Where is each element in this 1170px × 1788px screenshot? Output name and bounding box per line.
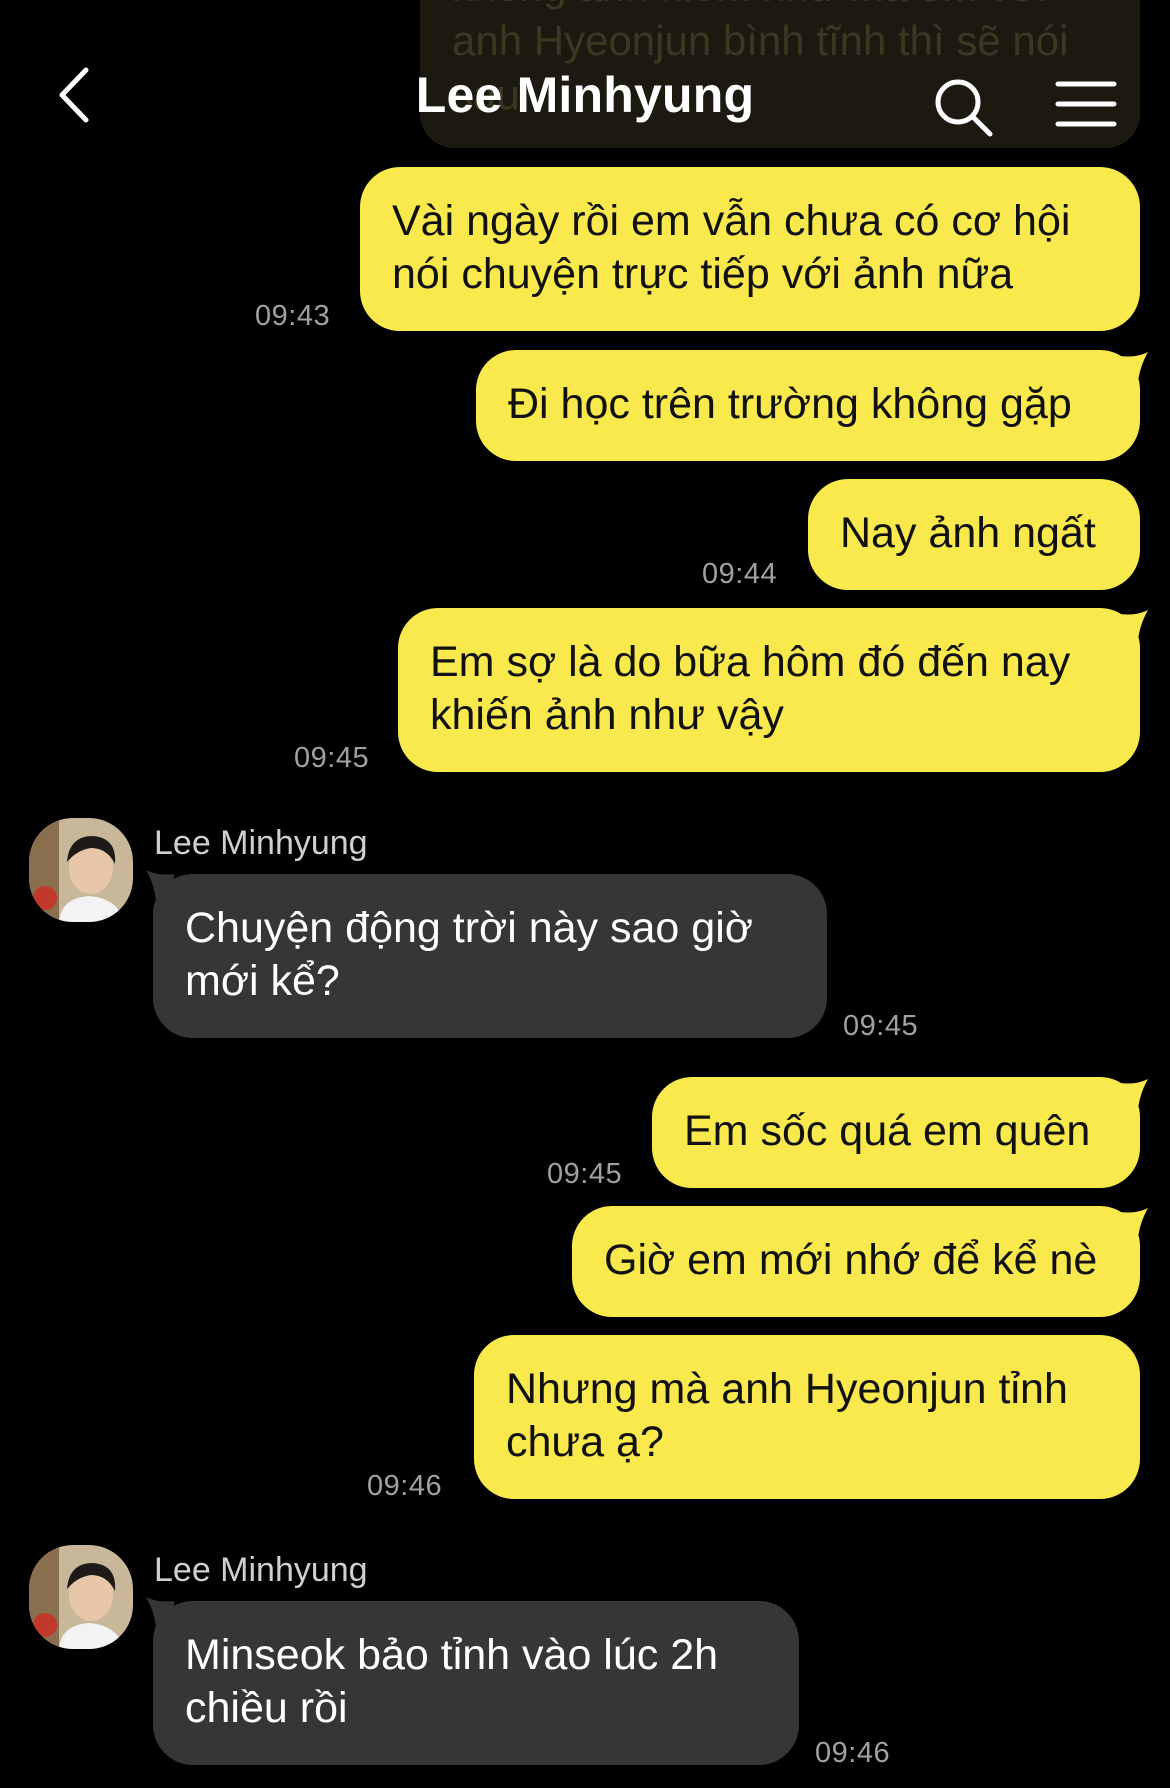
- message-line: Minseok bảo tỉnh vào lúc 2h: [185, 1631, 719, 1679]
- message-line: chiều rồi: [185, 1684, 348, 1732]
- message-line: nói chuyện trực tiếp với ảnh nữa: [392, 250, 1014, 298]
- chat-header: Lee Minhyung: [0, 40, 1170, 150]
- message-bubble-received[interactable]: Minseok bảo tỉnh vào lúc 2h chiều rồi: [153, 1601, 799, 1765]
- message-bubble-sent[interactable]: Giờ em mới nhớ để kể nè: [572, 1206, 1140, 1317]
- message-line: khiến ảnh như vậy: [430, 691, 784, 739]
- profile-photo-icon: [29, 1545, 133, 1649]
- bubble-tail: [1120, 610, 1148, 640]
- message-line: Giờ em mới nhớ để kể nè: [604, 1236, 1098, 1284]
- message-timestamp: 09:45: [547, 1158, 623, 1190]
- message-timestamp: 09:45: [843, 1010, 919, 1042]
- message-timestamp: 09:43: [255, 300, 331, 332]
- menu-button[interactable]: [1050, 74, 1120, 134]
- message-bubble-sent[interactable]: Em sốc quá em quên: [652, 1077, 1140, 1188]
- message-timestamp: 09:44: [702, 558, 778, 590]
- search-icon: [935, 79, 993, 137]
- search-button[interactable]: [928, 72, 998, 142]
- message-bubble-sent[interactable]: Vài ngày rồi em vẫn chưa có cơ hội nói c…: [360, 167, 1140, 331]
- message-timestamp: 09:46: [815, 1737, 891, 1769]
- menu-icon: [1055, 81, 1117, 127]
- profile-photo-icon: [29, 818, 133, 922]
- avatar[interactable]: [29, 1545, 133, 1649]
- bubble-tail: [1120, 1079, 1148, 1109]
- sender-name: Lee Minhyung: [154, 824, 368, 862]
- message-line: Em sợ là do bữa hôm đó đến nay: [430, 638, 1071, 686]
- message-line: Em sốc quá em quên: [684, 1107, 1091, 1155]
- message-line: Vài ngày rồi em vẫn chưa có cơ hội: [392, 197, 1071, 245]
- avatar[interactable]: [29, 818, 133, 922]
- message-timestamp: 09:46: [367, 1470, 443, 1502]
- message-line: Nhưng mà anh Hyeonjun tỉnh: [506, 1365, 1068, 1413]
- message-bubble-sent[interactable]: Đi học trên trường không gặp: [476, 350, 1140, 461]
- message-timestamp: 09:45: [294, 742, 370, 774]
- bubble-tail: [1120, 352, 1148, 382]
- message-line: mới kể?: [185, 957, 340, 1005]
- message-bubble-sent[interactable]: Nhưng mà anh Hyeonjun tỉnh chưa ạ?: [474, 1335, 1140, 1499]
- message-line: Nay ảnh ngất: [840, 509, 1096, 557]
- message-line: Chuyện động trời này sao giờ: [185, 904, 753, 952]
- message-line: chưa ạ?: [506, 1418, 664, 1466]
- message-bubble-sent[interactable]: Nay ảnh ngất: [808, 479, 1140, 590]
- message-bubble-sent[interactable]: Em sợ là do bữa hôm đó đến nay khiến ảnh…: [398, 608, 1140, 772]
- message-bubble-received[interactable]: Chuyện động trời này sao giờ mới kể?: [153, 874, 827, 1038]
- message-line: Đi học trên trường không gặp: [508, 380, 1072, 428]
- bubble-tail: [1120, 1208, 1148, 1238]
- sender-name: Lee Minhyung: [154, 1551, 368, 1589]
